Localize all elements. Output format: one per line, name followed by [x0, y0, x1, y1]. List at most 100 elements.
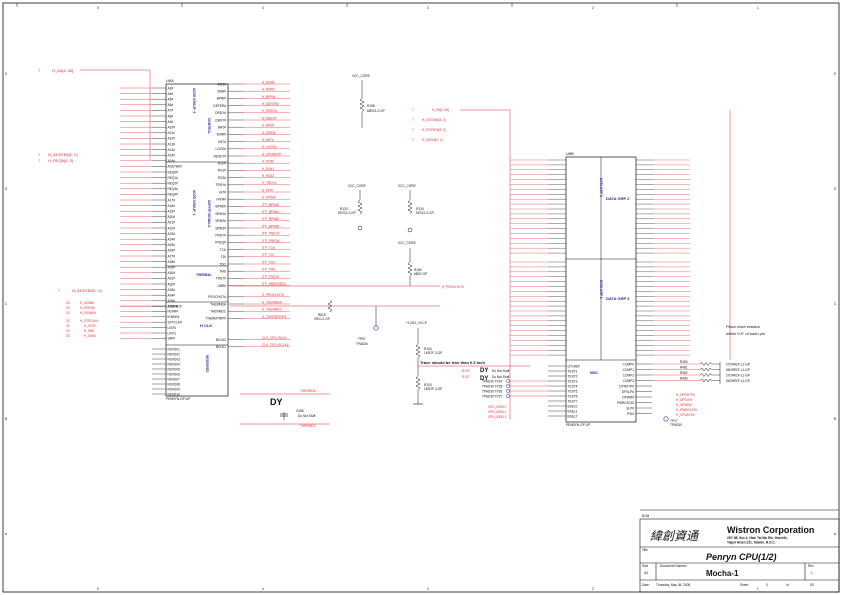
net-a20m: H_A20M#: [80, 301, 94, 305]
u6a-pin-name: BPM0#: [216, 205, 227, 209]
section-addr0: ADDR GROUP_0: [192, 88, 196, 114]
svg-text:7: 7: [58, 288, 61, 293]
tpad-label: TPAD30 TP26: [482, 390, 502, 394]
u6a-net-label: ITP_TCK: [262, 246, 276, 250]
u6a-pin-name: A28#: [168, 260, 176, 264]
net-ignne: H_IGNNE#: [80, 311, 96, 315]
power-1: VCC_CORE: [352, 74, 370, 78]
u6a-pin-name: A17#: [168, 198, 176, 202]
c456-ref: C456: [296, 409, 304, 413]
dy-mark-1: DY: [480, 368, 488, 374]
border-col-label: 2: [592, 6, 594, 10]
sheet-title: Penryn CPU(1/2): [706, 552, 777, 562]
cap-c456: DY C456 Do Not Stuff THERMDA THERMDC: [240, 389, 330, 428]
border-row-label: D: [5, 187, 8, 191]
u6a-pin-name: A18#: [168, 204, 176, 208]
title-block: BOM 緯創資通 Wistron Corporation 21F, 88, Se…: [639, 509, 840, 593]
u6b-misc-pin: COMP1: [623, 368, 635, 372]
svg-text:20: 20: [66, 301, 70, 305]
u6a-pin-name: A20#: [168, 215, 176, 219]
u6a-pin-name: A30#: [168, 271, 176, 275]
net-intr: H_INTR: [84, 324, 96, 328]
r107-ref: R107: [462, 375, 470, 379]
u6a-pin-name: ADSTB0#: [168, 165, 182, 169]
dy-mark-3: DY: [270, 397, 283, 407]
sheet-value: 3: [766, 583, 768, 587]
svg-text:7: 7: [412, 128, 414, 132]
u6a-pin-name: DRDY#: [215, 111, 226, 115]
border-row-label: B: [5, 417, 7, 421]
r819-val: 0R2J-2-GP: [314, 317, 330, 321]
u6a-pin-name: THERMDC: [210, 310, 227, 314]
r198-val: 68R2J-2-GP: [367, 109, 385, 113]
net-dpslp: H_DPSLP#: [676, 398, 693, 402]
resistor-note-1: Place each resistor: [726, 324, 761, 329]
u6a-pin-name: IERR#: [217, 133, 227, 137]
svg-text:20: 20: [66, 334, 70, 338]
border-row-label: C: [5, 302, 8, 306]
u6a-pin-name: REQ3#: [168, 187, 179, 191]
u6a-pin-name: RS2#: [218, 176, 226, 180]
r103-val: 2KR2F-3-GP: [424, 387, 442, 391]
net-pwrgood: H_PWRGOOD: [676, 408, 698, 412]
u6a-reserved-pin: RSVD08: [168, 382, 181, 386]
u6a-net-label: H_BPRI#: [262, 95, 276, 99]
u6a-pin-name: A29#: [168, 266, 176, 270]
u6a-pin-name: TMS: [219, 270, 226, 274]
power-5: +1.05V_VCCP: [406, 321, 427, 325]
u6a-reserved-pin: RSVD06: [168, 372, 181, 376]
of-label: of: [786, 583, 789, 587]
u6a-reserved-pin: RSVD03: [168, 357, 181, 361]
date-label: Date:: [642, 583, 650, 587]
comp-resistor-ref: R482: [680, 371, 688, 375]
u6a-net-label: H_THERMDA: [262, 300, 283, 304]
u6b-misc-pin: SLP#: [626, 406, 634, 410]
sheet-label: Sheet: [740, 583, 748, 587]
u6a-pin-name: BR0#: [218, 126, 226, 130]
comp-resistor-ref: R480: [680, 360, 688, 364]
bom-label: BOM: [642, 514, 650, 518]
section-hclk: H CLK: [200, 323, 212, 328]
u6a-net-label: H_IERR#: [262, 131, 276, 135]
tpad-label: TPAD30 TP25: [482, 385, 502, 389]
section-xdp: XDP/ITP SIGNALS: [207, 200, 211, 227]
net-ferr: H_FERR#: [80, 306, 95, 310]
u6a-net-label: ITP_TDI: [262, 253, 274, 257]
border-row-labels: A A B B C C D D E E: [5, 72, 837, 536]
comp-resistor-ref: R481: [680, 366, 688, 370]
comp-resistor-ref: R483: [680, 377, 688, 381]
svg-text:20: 20: [66, 306, 70, 310]
rev-label: Rev: [808, 564, 814, 568]
u6a-net-label: ITP_BPM#2: [262, 217, 279, 221]
net-adstb: H_ADSTB#[1..0]: [48, 152, 78, 157]
schematic-sheet: 1 1 2 2 3 3 4 4 5 5 A A B B C C D D E E U6A PENRYN-GP-UP A…: [2, 2, 840, 593]
net-stpclk: H_STPCLK#: [80, 319, 98, 323]
u6a-pin-name: BCLK1: [216, 345, 226, 349]
net-nmi: H_NMI: [84, 329, 94, 333]
rev-value: -1: [810, 571, 813, 575]
tp17-val: TPAD30: [670, 423, 682, 427]
u6a-pin-name: DEFER#: [213, 104, 226, 108]
u6a-pin-name: BNR#: [217, 90, 226, 94]
border-col-label: 1: [757, 587, 759, 591]
net-dstbp: H_DSTBP#[3..0]: [422, 128, 446, 132]
u6a-pin-name: A5#: [168, 98, 174, 102]
svg-text:7: 7: [412, 138, 414, 142]
net-bsel2: CPU_BSEL2: [488, 415, 507, 419]
tpad-circle: [506, 389, 510, 393]
u6b-misc-pin: TEST1: [568, 369, 578, 373]
net-prochot: H_PROCHOT#: [442, 285, 464, 289]
u6a-pin-name: PREQ#: [215, 241, 226, 245]
u6a-pin-name: A13#: [168, 142, 176, 146]
border-col-label: 5: [97, 6, 99, 10]
u6a-net-label: H_DRDY#: [262, 109, 277, 113]
u6a-net-label: ITP_TDO: [262, 260, 276, 264]
section-thermal: THERMAL: [196, 273, 212, 277]
net-cpuslp: H_CPUSLP#: [676, 413, 695, 417]
u6a-pin-name: SMI#: [168, 337, 176, 341]
net-thermda: THERMDA: [300, 389, 317, 393]
u6a-pin-name: A8#: [168, 114, 174, 118]
u6a-pin-name: A35#: [168, 299, 176, 303]
trace-note: Trace should be less than 0.5 inch: [420, 360, 485, 365]
left-net-labels: 7 H_A#[3..35] 7 H_ADSTB#[1..0] 7 H_REQ#[…: [38, 68, 151, 338]
